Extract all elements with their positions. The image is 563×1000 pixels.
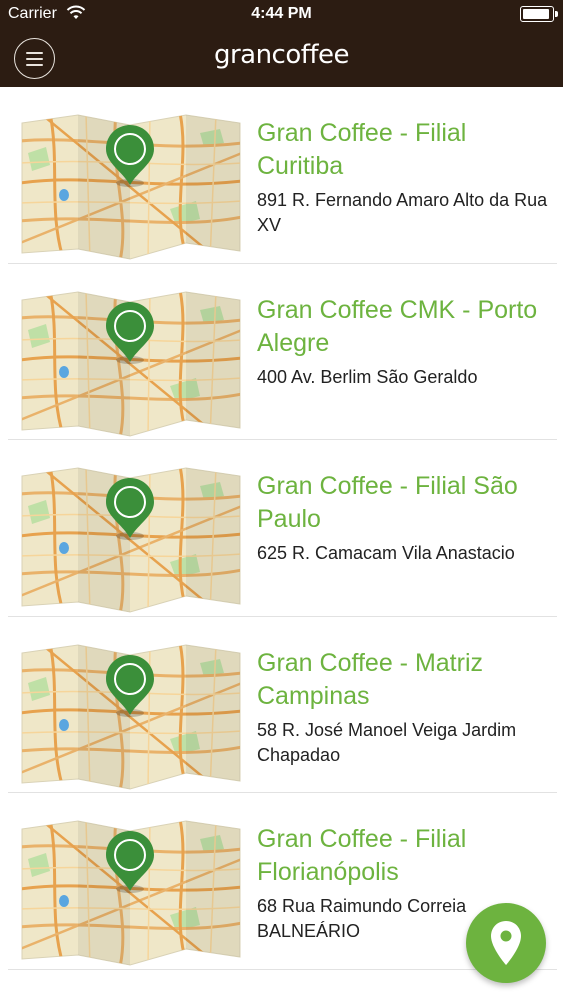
location-item[interactable]: Gran Coffee CMK - Porto Alegre 400 Av. B… [0, 264, 563, 441]
status-time: 4:44 PM [251, 5, 312, 22]
map-thumbnail-icon [21, 467, 241, 613]
map-thumbnail-icon [21, 643, 241, 790]
app-header: Carrier 4:44 PM grancoffee [0, 0, 563, 87]
location-item[interactable]: Gran Coffee - Filial Curitiba 891 R. Fer… [0, 87, 563, 264]
map-thumbnail-icon [21, 820, 241, 966]
brand-logo: grancoffee [213, 40, 350, 70]
location-item[interactable]: Gran Coffee - Matriz Campinas 58 R. José… [0, 617, 563, 794]
location-list: Gran Coffee - Filial Curitiba 891 R. Fer… [0, 87, 563, 970]
location-item[interactable]: Gran Coffee - Filial São Paulo 625 R. Ca… [0, 440, 563, 617]
location-pin-icon [491, 921, 521, 965]
location-name: Gran Coffee - Filial Curitiba [257, 119, 467, 180]
location-pin-fab[interactable] [466, 903, 546, 983]
status-bar: Carrier 4:44 PM [0, 0, 563, 30]
location-address: 400 Av. Berlim São Geraldo [257, 366, 478, 387]
location-name: Gran Coffee - Filial Florianópolis [257, 825, 467, 886]
battery-icon [520, 6, 558, 22]
location-address: 625 R. Camacam Vila Anastacio [257, 543, 515, 563]
map-thumbnail-icon [21, 114, 241, 260]
location-name: Gran Coffee - Filial São Paulo [257, 472, 518, 533]
map-thumbnail-icon [21, 290, 241, 437]
location-address: 891 R. Fernando Amaro Alto da Rua XV [257, 190, 548, 235]
location-name: Gran Coffee CMK - Porto Alegre [257, 295, 538, 357]
location-address: 58 R. José Manoel Veiga Jardim Chapadao [257, 719, 517, 765]
location-name: Gran Coffee - Matriz Campinas [257, 648, 484, 710]
